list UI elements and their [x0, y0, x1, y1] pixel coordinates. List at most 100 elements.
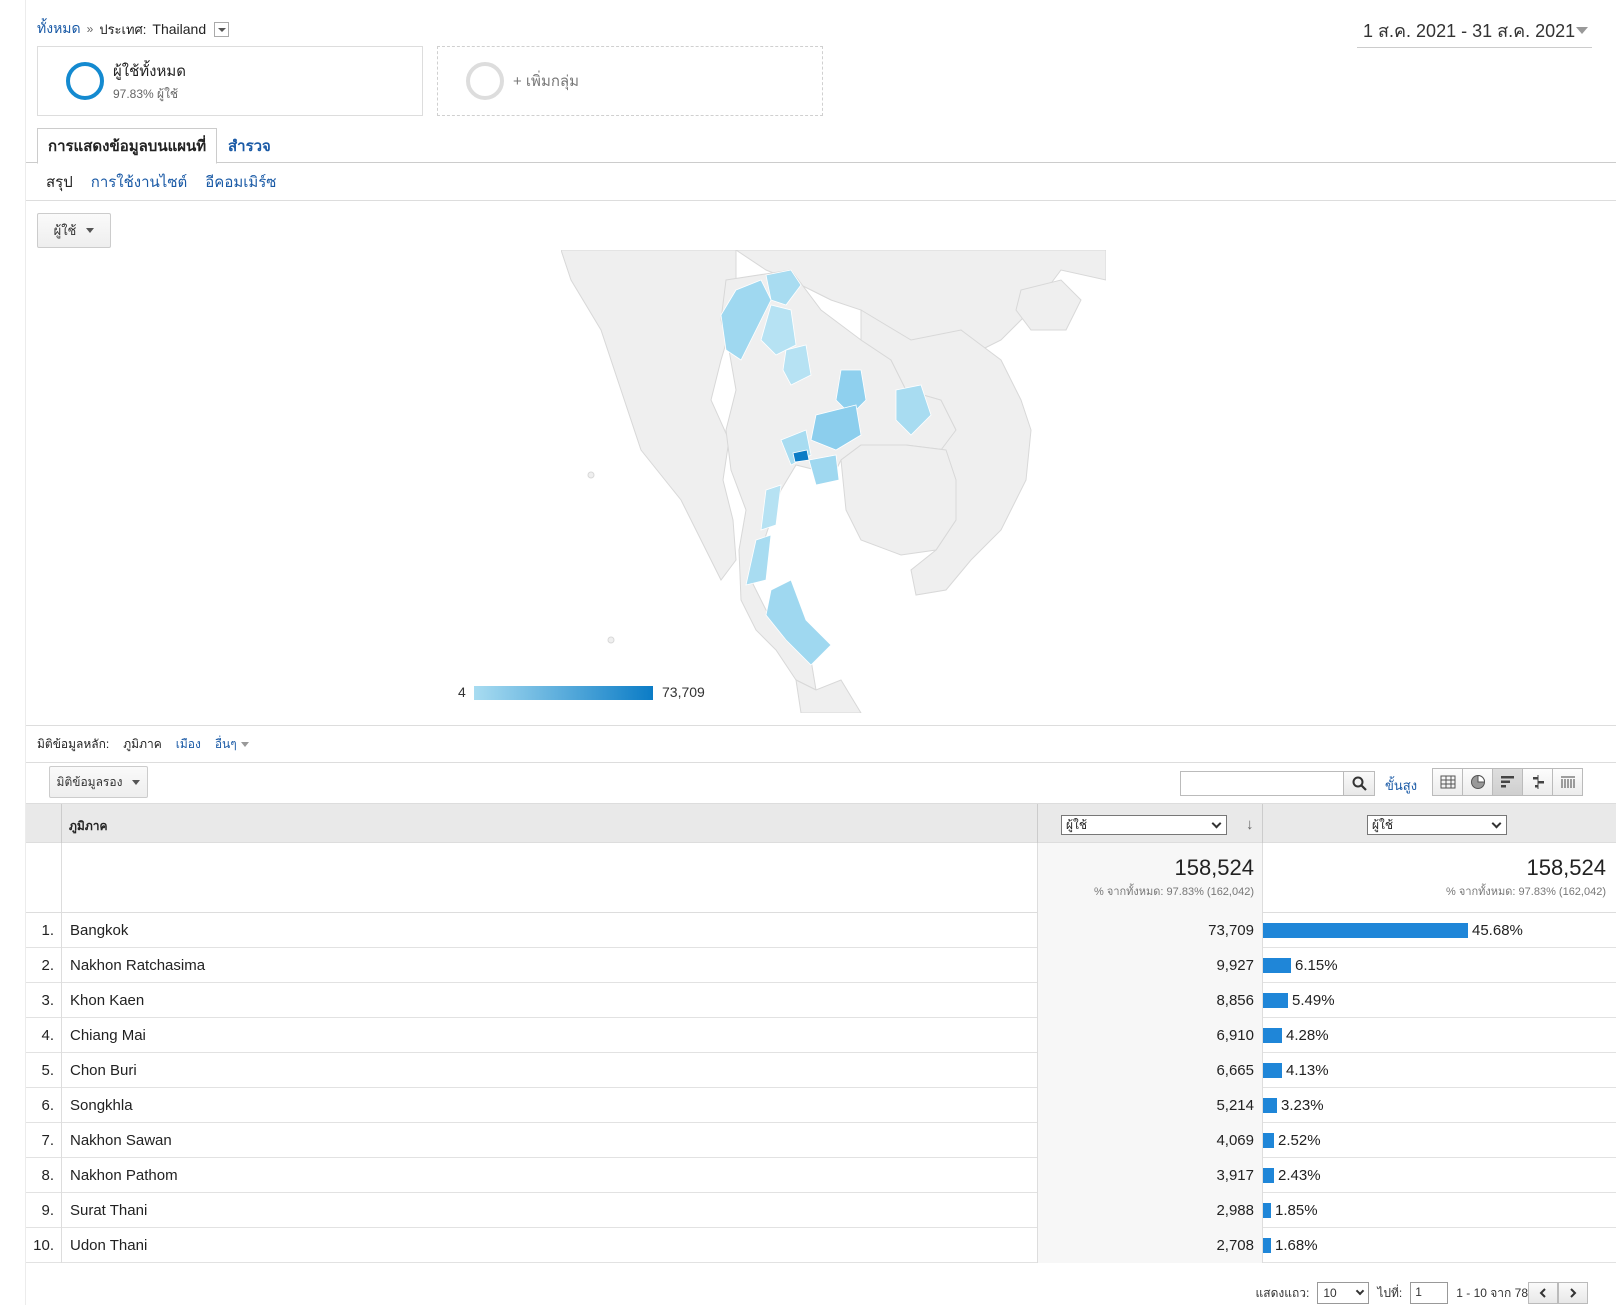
- table-row[interactable]: 3. Khon Kaen 8,856 5.49%: [26, 983, 1616, 1018]
- row-share-bar: [1263, 1098, 1277, 1113]
- row-region[interactable]: Songkhla: [70, 1097, 133, 1114]
- row-users: 2,708: [1216, 1237, 1254, 1254]
- row-region[interactable]: Chiang Mai: [70, 1027, 146, 1044]
- view-data-button[interactable]: [1432, 768, 1463, 796]
- map-metric-select[interactable]: ผู้ใช้: [37, 213, 111, 248]
- map-legend-max: 73,709: [662, 684, 705, 700]
- column-divider: [1037, 1228, 1038, 1263]
- report-tabs: การแสดงข้อมูลบนแผนที่ สำรวจ: [26, 128, 1616, 164]
- column-header-region[interactable]: ภูมิภาค: [69, 817, 108, 836]
- column-divider: [1037, 1018, 1038, 1053]
- row-share-bar: [1263, 1063, 1282, 1078]
- row-users: 6,910: [1216, 1027, 1254, 1044]
- row-number: 4.: [41, 1027, 54, 1044]
- row-region[interactable]: Chon Buri: [70, 1062, 137, 1079]
- rows-per-page-select[interactable]: 10: [1317, 1282, 1370, 1304]
- segment-all-users[interactable]: ผู้ใช้ทั้งหมด 97.83% ผู้ใช้: [37, 46, 423, 116]
- subnav-site-usage[interactable]: การใช้งานไซต์: [91, 170, 188, 194]
- chevron-down-icon: [1211, 818, 1222, 828]
- table-search-input[interactable]: [1180, 771, 1344, 796]
- view-performance-button[interactable]: [1492, 768, 1523, 796]
- map-legend-min: 4: [458, 684, 466, 700]
- view-percentage-button[interactable]: [1462, 768, 1493, 796]
- metric1-select[interactable]: ผู้ใช้: [1061, 815, 1227, 835]
- row-share-bar: [1263, 923, 1468, 938]
- row-percentage: 1.68%: [1275, 1237, 1318, 1254]
- add-segment-button[interactable]: + เพิ่มกลุ่ม: [437, 46, 823, 116]
- add-segment-label: + เพิ่มกลุ่ม: [513, 73, 579, 90]
- map-region-songkhla[interactable]: [765, 579, 832, 666]
- column-divider: [1037, 1088, 1038, 1123]
- secondary-dimension-select[interactable]: มิติข้อมูลรอง: [49, 766, 148, 798]
- tab-map-overlay[interactable]: การแสดงข้อมูลบนแผนที่: [37, 128, 218, 164]
- column-divider: [1037, 1053, 1038, 1088]
- row-region[interactable]: Udon Thani: [70, 1237, 147, 1254]
- breadcrumb-filter-label: ประเทศ:: [99, 21, 147, 37]
- view-comparison-button[interactable]: [1522, 768, 1553, 796]
- row-percentage: 3.23%: [1281, 1097, 1324, 1114]
- row-region[interactable]: Khon Kaen: [70, 992, 144, 1009]
- tab-explorer[interactable]: สำรวจ: [218, 128, 281, 163]
- row-percentage: 2.43%: [1278, 1167, 1321, 1184]
- advanced-filter-link[interactable]: ขั้นสูง: [1385, 775, 1417, 796]
- map-region-chon-buri[interactable]: [808, 454, 840, 486]
- dimension-other[interactable]: อื่นๆ: [215, 735, 249, 754]
- table-row[interactable]: 8. Nakhon Pathom 3,917 2.43%: [26, 1158, 1616, 1193]
- goto-page-input[interactable]: 1: [1410, 1282, 1449, 1304]
- row-percentage: 4.13%: [1286, 1062, 1329, 1079]
- row-region[interactable]: Nakhon Sawan: [70, 1132, 172, 1149]
- column-divider: [1262, 804, 1263, 844]
- metric2-select[interactable]: ผู้ใช้: [1367, 815, 1507, 835]
- breadcrumb-dropdown-icon[interactable]: [214, 21, 230, 37]
- row-users: 2,988: [1216, 1202, 1254, 1219]
- column-divider: [61, 983, 62, 1018]
- row-region[interactable]: Bangkok: [70, 922, 128, 939]
- row-region[interactable]: Surat Thani: [70, 1202, 147, 1219]
- chevron-left-icon: [1539, 1288, 1546, 1298]
- column-divider: [61, 1193, 62, 1228]
- column-divider: [61, 1228, 62, 1263]
- breadcrumb: ทั้งหมด » ประเทศ: Thailand: [37, 18, 230, 40]
- table-row[interactable]: 4. Chiang Mai 6,910 4.28%: [26, 1018, 1616, 1053]
- row-users: 8,856: [1216, 992, 1254, 1009]
- pie-chart-icon: [1470, 774, 1485, 789]
- row-users: 5,214: [1216, 1097, 1254, 1114]
- row-number: 10.: [33, 1237, 54, 1254]
- table-row[interactable]: 10. Udon Thani 2,708 1.68%: [26, 1228, 1616, 1263]
- map-metric-label: ผู้ใช้: [53, 223, 77, 238]
- sort-descending-icon[interactable]: ↓: [1246, 816, 1254, 833]
- table-row[interactable]: 9. Surat Thani 2,988 1.85%: [26, 1193, 1616, 1228]
- summary-total2: 158,524: [1526, 855, 1606, 880]
- previous-page-button[interactable]: [1528, 1282, 1558, 1304]
- table-row[interactable]: 6. Songkhla 5,214 3.23%: [26, 1088, 1616, 1123]
- empty-segment-ring-icon: [466, 62, 504, 100]
- row-region[interactable]: Nakhon Pathom: [70, 1167, 178, 1184]
- subnav-summary[interactable]: สรุป: [46, 170, 73, 194]
- dimension-city[interactable]: เมือง: [176, 735, 201, 754]
- geo-map[interactable]: [561, 250, 1106, 713]
- row-users: 73,709: [1208, 922, 1254, 939]
- next-page-button[interactable]: [1558, 1282, 1588, 1304]
- column-divider: [61, 804, 62, 844]
- breadcrumb-all-link[interactable]: ทั้งหมด: [37, 18, 81, 40]
- metric1-select-label: ผู้ใช้: [1066, 817, 1088, 832]
- dimension-region[interactable]: ภูมิภาค: [123, 735, 162, 754]
- table-row[interactable]: 7. Nakhon Sawan 4,069 2.52%: [26, 1123, 1616, 1158]
- segment-title: ผู้ใช้ทั้งหมด: [113, 62, 187, 80]
- summary-metric1: 158,524 % จากทั้งหมด: 97.83% (162,042): [1094, 855, 1254, 900]
- table-row[interactable]: 2. Nakhon Ratchasima 9,927 6.15%: [26, 948, 1616, 983]
- date-range-picker[interactable]: 1 ส.ค. 2021 - 31 ส.ค. 2021: [1357, 14, 1592, 48]
- segment-subtitle: 97.83% ผู้ใช้: [113, 86, 179, 101]
- chevron-down-icon: [1491, 818, 1502, 828]
- table-row[interactable]: 1. Bangkok 73,709 45.68%: [26, 913, 1616, 948]
- table-row[interactable]: 5. Chon Buri 6,665 4.13%: [26, 1053, 1616, 1088]
- row-percentage: 2.52%: [1278, 1132, 1321, 1149]
- row-region[interactable]: Nakhon Ratchasima: [70, 957, 205, 974]
- date-range-label: 1 ส.ค. 2021 - 31 ส.ค. 2021: [1363, 21, 1576, 41]
- subnav-ecommerce[interactable]: อีคอมเมิร์ซ: [205, 170, 276, 194]
- column-divider: [1037, 843, 1038, 913]
- column-divider: [1037, 1193, 1038, 1228]
- row-number: 2.: [41, 957, 54, 974]
- view-pivot-button[interactable]: [1552, 768, 1583, 796]
- search-button[interactable]: [1344, 771, 1375, 796]
